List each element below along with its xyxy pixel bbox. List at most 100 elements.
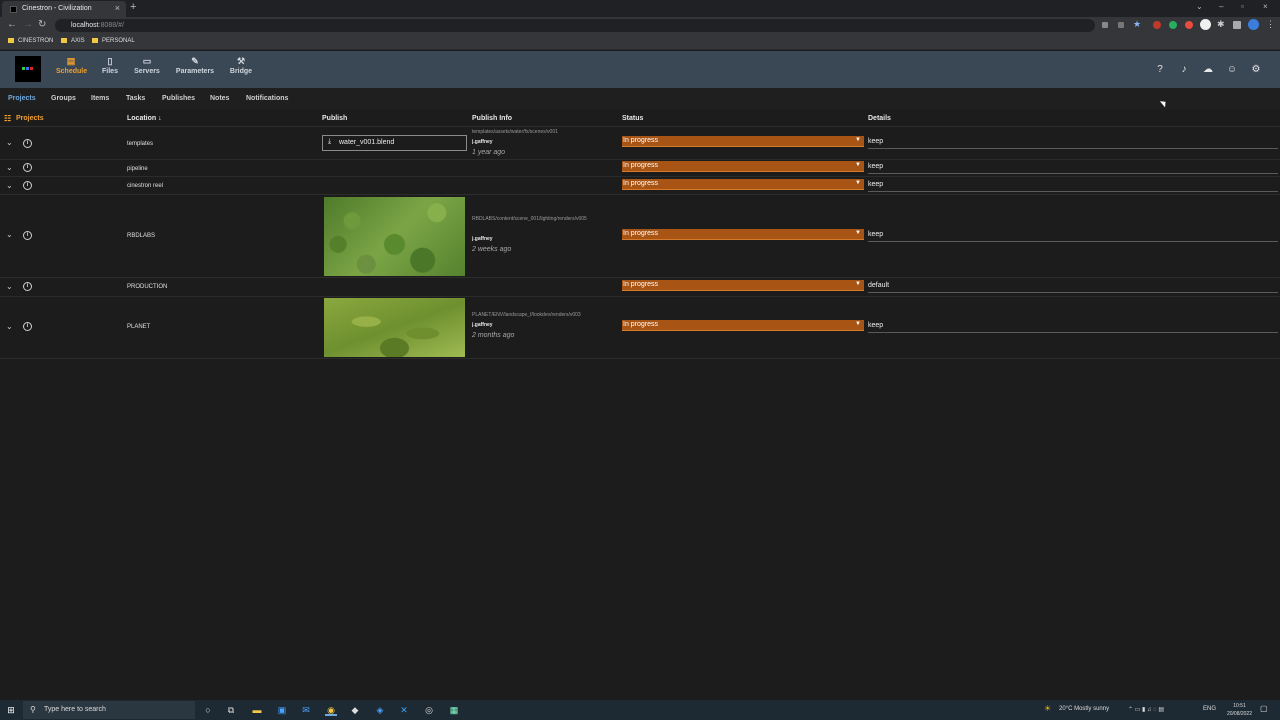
tab-tasks[interactable]: Tasks [126, 95, 145, 102]
cloud-upload-icon[interactable]: ☁ [1202, 64, 1214, 76]
profile-extension-icon[interactable] [1200, 19, 1211, 30]
info-icon[interactable]: i [23, 322, 32, 331]
chevron-down-icon[interactable]: ⌄ [6, 163, 13, 172]
chevron-down-icon[interactable]: ⌄ [6, 181, 13, 190]
tab-notifications[interactable]: Notifications [246, 95, 288, 102]
info-icon[interactable]: i [23, 282, 32, 291]
nav-servers[interactable]: ▭ Servers [132, 56, 162, 75]
app-icon[interactable]: ▦ [448, 704, 460, 716]
nav-files[interactable]: ▯ Files [100, 56, 120, 75]
tab-items[interactable]: Items [91, 95, 109, 102]
star-icon[interactable]: ★ [1133, 19, 1141, 30]
help-icon[interactable]: ? [1154, 64, 1166, 76]
details-field[interactable]: keep [868, 137, 1278, 149]
chevron-down-icon[interactable]: ⌄ [6, 322, 13, 331]
extension-red-icon[interactable] [1185, 21, 1193, 29]
bookmark-axis[interactable]: AXIS [61, 38, 85, 44]
bookmark-personal[interactable]: PERSONAL [92, 38, 135, 44]
info-icon[interactable]: i [23, 181, 32, 190]
table-row[interactable]: ⌄ i PLANET PLANET/ENV/landscape_f/lookde… [0, 297, 1280, 359]
details-field[interactable]: default [868, 281, 1278, 293]
header-publish-info[interactable]: Publish Info [472, 115, 512, 122]
status-select[interactable]: In progress ▼ [622, 280, 864, 291]
details-field[interactable]: keep [868, 162, 1278, 174]
taskbar-search[interactable]: ⚲ Type here to search [23, 701, 195, 719]
nav-parameters[interactable]: ✎ Parameters [174, 56, 216, 75]
header-details[interactable]: Details [868, 115, 891, 122]
users-icon[interactable]: ☺ [1226, 64, 1238, 76]
chrome-icon[interactable]: ◉ [325, 704, 337, 716]
avatar[interactable] [1248, 19, 1259, 30]
browser-tab[interactable]: Cinestron - Civilization × [2, 1, 126, 17]
details-field[interactable]: keep [868, 230, 1278, 242]
weather-text[interactable]: 20°C Mostly sunny [1059, 706, 1109, 712]
task-view-icon[interactable]: ⧉ [225, 704, 237, 716]
status-select[interactable]: In progress ▼ [622, 229, 864, 240]
nav-bridge[interactable]: ⚒ Bridge [228, 56, 254, 75]
info-icon[interactable]: i [23, 139, 32, 148]
tab-publishes[interactable]: Publishes [162, 95, 195, 102]
store-icon[interactable]: ▣ [276, 704, 288, 716]
cortana-icon[interactable]: ○ [202, 704, 214, 716]
details-field[interactable]: keep [868, 180, 1278, 192]
header-projects[interactable]: ☷ Projects [4, 114, 44, 123]
extension-green-icon[interactable] [1169, 21, 1177, 29]
bell-icon[interactable]: ♪ [1178, 64, 1190, 76]
windows-start-icon[interactable]: ⊞ [5, 704, 17, 716]
close-window-icon[interactable]: × [1263, 2, 1268, 11]
maximize-icon[interactable]: ▫ [1241, 2, 1244, 11]
status-select[interactable]: In progress ▼ [622, 179, 864, 190]
nav-schedule[interactable]: ▤ Schedule [56, 56, 87, 75]
download-publish-button[interactable]: ⤓ water_v001.blend [322, 135, 467, 151]
table-row[interactable]: ⌄ i pipeline In progress ▼ keep [0, 160, 1280, 177]
bookmark-cinestron[interactable]: CINESTRON [8, 38, 53, 44]
adblock-icon[interactable] [1153, 21, 1161, 29]
menu-icon[interactable]: ⋮ [1266, 19, 1275, 30]
info-icon[interactable]: i [23, 231, 32, 240]
puzzle-icon[interactable]: ✱ [1217, 19, 1225, 30]
notification-center-icon[interactable]: ▢ [1260, 704, 1268, 713]
header-status[interactable]: Status [622, 115, 643, 122]
publish-thumbnail[interactable] [324, 197, 465, 276]
vscode-icon[interactable]: ✕ [398, 704, 410, 716]
app-icon[interactable]: ◆ [349, 704, 361, 716]
app-icon[interactable]: ◎ [423, 704, 435, 716]
back-icon[interactable]: ← [7, 19, 17, 30]
info-icon[interactable]: i [23, 163, 32, 172]
app-logo[interactable] [15, 56, 41, 82]
app-icon[interactable]: ◈ [374, 704, 386, 716]
file-explorer-icon[interactable]: ▬ [251, 704, 263, 716]
header-location[interactable]: Location ↓ [127, 115, 162, 122]
chevron-down-icon[interactable]: ⌄ [1196, 2, 1203, 11]
tab-notes[interactable]: Notes [210, 95, 229, 102]
chevron-down-icon[interactable]: ⌄ [6, 230, 13, 239]
chevron-down-icon[interactable]: ⌄ [6, 282, 13, 291]
tray-icons[interactable]: ⌃ ▭ ▮ ♫ ◌ ▤ [1128, 706, 1164, 713]
url-input[interactable]: localhost:8088/#/ [55, 19, 1095, 32]
share-icon[interactable] [1118, 22, 1124, 28]
table-row[interactable]: ⌄ i cinestron reel In progress ▼ keep [0, 177, 1280, 195]
gear-icon[interactable]: ⚙ [1250, 64, 1262, 76]
sidepanel-icon[interactable] [1233, 21, 1241, 29]
reload-icon[interactable]: ↻ [38, 19, 46, 30]
status-select[interactable]: In progress ▼ [622, 161, 864, 172]
status-select[interactable]: In progress ▼ [622, 320, 864, 331]
table-row[interactable]: ⌄ i templates ⤓ water_v001.blend templat… [0, 128, 1280, 160]
table-row[interactable]: ⌄ i PRODUCTION In progress ▼ default [0, 278, 1280, 297]
new-tab-icon[interactable]: + [130, 1, 136, 13]
chevron-down-icon[interactable]: ⌄ [6, 138, 13, 147]
close-tab-icon[interactable]: × [115, 3, 120, 13]
header-publish[interactable]: Publish [322, 115, 347, 122]
clock[interactable]: 10:51 20/08/2022 [1227, 702, 1252, 718]
language-indicator[interactable]: ENG [1203, 706, 1216, 712]
details-field[interactable]: keep [868, 321, 1278, 333]
mail-icon[interactable]: ✉ [300, 704, 312, 716]
key-icon[interactable] [1102, 22, 1108, 28]
status-select[interactable]: In progress ▼ [622, 136, 864, 147]
publish-thumbnail[interactable] [324, 298, 465, 357]
minimize-icon[interactable]: – [1219, 2, 1223, 11]
tab-groups[interactable]: Groups [51, 95, 76, 102]
forward-icon[interactable]: → [23, 19, 33, 30]
table-row[interactable]: ⌄ i RBDLABS RBDLABS/content/scene_001/li… [0, 195, 1280, 278]
tab-projects[interactable]: Projects [8, 95, 36, 102]
